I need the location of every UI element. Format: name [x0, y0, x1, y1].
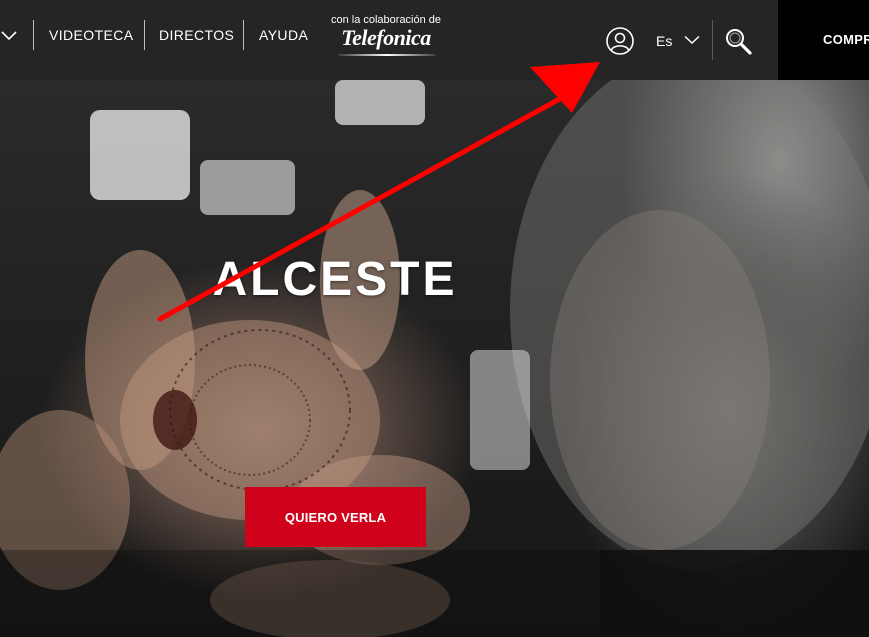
nav-ayuda[interactable]: AYUDA	[259, 27, 308, 43]
menu-chevron-down-icon[interactable]	[0, 26, 18, 46]
hero-title: ALCESTE	[212, 253, 458, 307]
nav-divider	[144, 20, 145, 50]
nav-videoteca[interactable]: VIDEOTECA	[49, 27, 134, 43]
telefonica-logo: Telefonica	[341, 25, 431, 50]
chevron-down-icon	[684, 32, 700, 50]
user-account-icon[interactable]	[605, 26, 635, 56]
buy-button-label: COMPR	[823, 32, 869, 47]
hero-banner: ALCESTE QUIERO VERLA	[0, 80, 869, 637]
buy-button[interactable]: COMPR	[778, 0, 869, 80]
top-navigation-bar: VIDEOTECA DIRECTOS AYUDA con la colabora…	[0, 0, 869, 80]
logo-swoosh	[338, 54, 436, 56]
hero-background-image	[0, 80, 869, 637]
nav-directos[interactable]: DIRECTOS	[159, 27, 234, 43]
nav-divider	[712, 20, 713, 60]
page: VIDEOTECA DIRECTOS AYUDA con la colabora…	[0, 0, 869, 637]
language-selector[interactable]: Es	[656, 32, 700, 50]
search-icon[interactable]	[723, 26, 755, 58]
watch-cta-button[interactable]: QUIERO VERLA	[245, 487, 426, 547]
nav-divider	[243, 20, 244, 50]
language-label: Es	[656, 33, 673, 49]
nav-divider	[33, 20, 34, 50]
sponsor-logo[interactable]: con la colaboración de Telefonica	[330, 14, 442, 60]
